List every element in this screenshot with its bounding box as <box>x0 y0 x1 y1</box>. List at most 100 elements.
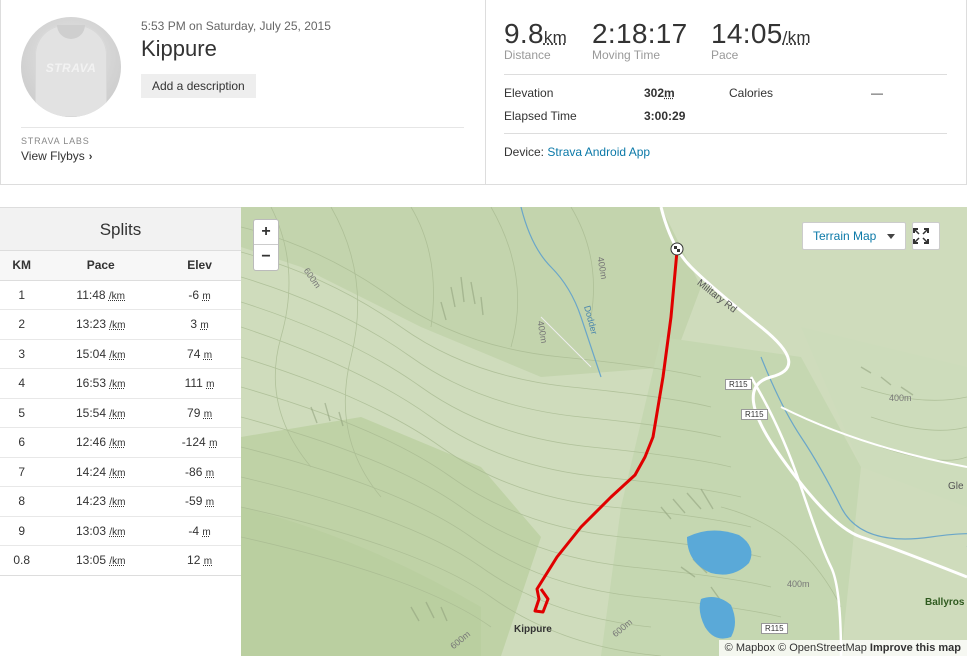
label-contour-400: 400m <box>889 393 912 403</box>
label-r115: R115 <box>741 409 768 420</box>
label-contour-400: 400m <box>787 579 810 589</box>
split-elev-value: -124 <box>181 435 206 450</box>
chevron-right-icon: › <box>88 151 93 163</box>
osm-attribution[interactable]: © OpenStreetMap <box>778 642 867 654</box>
split-elev: -59 m <box>158 486 241 517</box>
split-elev: 111 m <box>158 368 241 399</box>
pace-unit: /km <box>782 28 811 47</box>
improve-map-link[interactable]: Improve this map <box>870 642 961 654</box>
elevation-unit: m <box>664 86 675 100</box>
split-row: 6 12:46 /km -124 m <box>0 427 241 458</box>
mapbox-attribution[interactable]: © Mapbox <box>725 642 775 654</box>
split-row: 7 14:24 /km -86 m <box>0 457 241 487</box>
split-km: 4 <box>0 368 44 399</box>
split-pace-unit: /km <box>109 438 126 450</box>
splits-body: 1 11:48 /km -6 m 2 13:23 /km 3 m 3 15:04 /km 74 … <box>0 280 241 576</box>
split-km: 2 <box>0 309 44 340</box>
split-pace-unit: /km <box>109 556 126 568</box>
elevation-value: 302m <box>644 86 675 100</box>
divider <box>504 133 947 134</box>
add-description-button[interactable]: Add a description <box>141 74 256 98</box>
fullscreen-button[interactable] <box>912 222 940 250</box>
activity-datetime: 5:53 PM on Saturday, July 25, 2015 <box>141 19 331 33</box>
split-row: 9 13:03 /km -4 m <box>0 516 241 546</box>
elapsed-time-value: 3:00:29 <box>644 109 686 123</box>
moving-time-value: 2:18:17 <box>592 18 688 49</box>
split-pace: 14:23 /km <box>43 486 159 517</box>
split-elev-value: 111 <box>184 376 203 391</box>
split-km: 8 <box>0 486 44 517</box>
split-pace: 12:46 /km <box>43 427 159 458</box>
split-pace-unit: /km <box>109 526 126 538</box>
split-elev: 74 m <box>158 339 241 369</box>
split-elev: 12 m <box>158 545 241 576</box>
distance-label: Distance <box>504 48 551 62</box>
view-flybys-link[interactable]: View Flybys › <box>21 149 92 163</box>
activity-stats: 9.8km Distance 2:18:17 Moving Time 14:05… <box>485 0 967 184</box>
moving-time-label: Moving Time <box>592 48 661 62</box>
splits-panel: Splits KM Pace Elev 1 11:48 /km -6 m 2 13:23… <box>0 207 241 656</box>
col-pace: Pace <box>43 251 159 281</box>
split-elev-value: 3 <box>190 317 198 332</box>
distance-unit: km <box>543 28 568 47</box>
split-pace-value: 11:48 <box>76 287 106 302</box>
map-attribution: © Mapbox © OpenStreetMap Improve this ma… <box>718 640 967 656</box>
split-km: 1 <box>0 280 44 310</box>
label-r115: R115 <box>761 623 788 634</box>
split-pace-value: 16:53 <box>75 376 106 391</box>
splits-table: KM Pace Elev 1 11:48 /km -6 m 2 13:23 /km 3 m… <box>0 251 241 576</box>
split-elev: -124 m <box>158 427 241 458</box>
split-pace: 13:03 /km <box>43 516 159 546</box>
route-map[interactable]: Kippure Military Rd Dodder 600m 400m 400… <box>241 207 967 656</box>
col-elev: Elev <box>158 251 241 281</box>
split-km: 3 <box>0 339 44 369</box>
calories-value: — <box>871 86 883 100</box>
zoom-in-button[interactable]: + <box>254 220 278 245</box>
split-elev-value: -59 <box>185 494 203 509</box>
col-km: KM <box>0 251 44 281</box>
split-row: 0.8 13:05 /km 12 m <box>0 545 241 576</box>
distance-value: 9.8 <box>504 18 544 49</box>
split-pace-unit: /km <box>109 349 126 361</box>
device-link[interactable]: Strava Android App <box>547 145 650 159</box>
split-pace: 13:05 /km <box>43 545 159 576</box>
zoom-controls: + − <box>253 219 279 271</box>
split-km: 0.8 <box>0 545 44 576</box>
split-row: 2 13:23 /km 3 m <box>0 309 241 340</box>
label-ballyros: Ballyros <box>925 597 965 608</box>
split-pace-unit: /km <box>108 290 125 302</box>
split-elev-unit: m <box>209 438 218 450</box>
split-row: 4 16:53 /km 111 m <box>0 368 241 399</box>
label-r115: R115 <box>725 379 752 390</box>
split-elev-unit: m <box>203 408 213 420</box>
activity-title[interactable]: Kippure <box>141 36 217 62</box>
split-pace: 15:04 /km <box>43 339 159 369</box>
athlete-avatar[interactable]: STRAVA <box>21 17 121 117</box>
elevation-number: 302 <box>644 86 665 100</box>
map-type-dropdown[interactable]: Terrain Map <box>802 222 906 250</box>
split-pace: 11:48 /km <box>43 280 159 310</box>
split-pace: 14:24 /km <box>43 457 159 487</box>
view-flybys-label: View Flybys <box>21 149 85 163</box>
split-pace-value: 13:23 <box>75 317 106 332</box>
divider <box>21 127 464 128</box>
split-row: 3 15:04 /km 74 m <box>0 339 241 369</box>
split-row: 8 14:23 /km -59 m <box>0 486 241 517</box>
split-elev-unit: m <box>203 556 213 568</box>
map-type-label: Terrain Map <box>813 229 877 243</box>
pace-value: 14:05 <box>711 18 783 49</box>
split-pace-unit: /km <box>109 497 126 509</box>
split-row: 5 15:54 /km 79 m <box>0 398 241 428</box>
splits-title: Splits <box>0 207 241 251</box>
split-elev-unit: m <box>202 290 211 302</box>
avatar-logo: STRAVA <box>45 61 97 75</box>
split-pace: 15:54 /km <box>43 398 159 428</box>
split-elev-unit: m <box>200 320 209 332</box>
split-km: 9 <box>0 516 44 546</box>
split-elev-value: 74 <box>187 346 201 361</box>
split-elev-unit: m <box>205 497 215 509</box>
split-pace-value: 13:03 <box>75 523 106 538</box>
split-elev-unit: m <box>203 349 213 361</box>
zoom-out-button[interactable]: − <box>254 245 278 270</box>
split-pace-value: 13:05 <box>75 553 106 568</box>
